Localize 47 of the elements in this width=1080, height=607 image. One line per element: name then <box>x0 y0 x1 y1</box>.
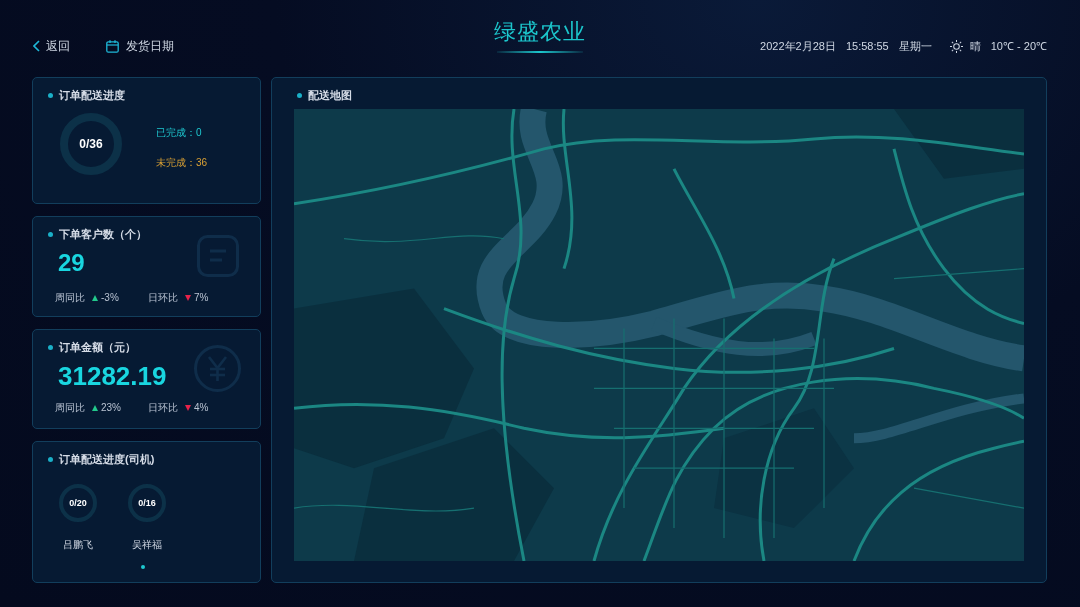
bullet-dot-icon <box>48 344 53 350</box>
metric-value: 31282.19 <box>58 360 167 393</box>
bullet-dot-icon <box>48 231 53 237</box>
bullet-dot-icon <box>48 456 53 462</box>
down-triangle-icon <box>185 295 191 301</box>
card-title: 下单客户数（个） <box>59 227 147 241</box>
card-title: 订单配送进度 <box>59 88 125 102</box>
bullet-dot-icon <box>297 92 302 98</box>
driver-name: 吴祥福 <box>132 538 162 552</box>
up-triangle-icon <box>92 405 98 411</box>
sun-icon <box>949 39 963 53</box>
progress-label: 0/36 <box>79 137 103 151</box>
yen-coin-icon <box>194 345 241 392</box>
progress-stat: 未完成：36 <box>156 156 208 170</box>
comparison-label: 日环比 <box>148 401 178 415</box>
page-dot-icon[interactable] <box>141 565 145 569</box>
card-title: 配送地图 <box>308 88 352 102</box>
metric-value: 29 <box>58 248 85 278</box>
comparison-value: 7% <box>194 291 209 305</box>
back-link[interactable]: 返回 <box>33 38 70 54</box>
bullet-dot-icon <box>48 92 53 98</box>
temperature-range: 10℃ - 20℃ <box>990 39 1047 54</box>
up-triangle-icon <box>92 295 98 301</box>
comparison-value: 23% <box>101 401 121 415</box>
map-drawing[interactable] <box>294 109 1024 561</box>
weekday-text: 星期一 <box>898 39 932 54</box>
comparison-value: 4% <box>194 401 209 415</box>
progress-stat: 已完成：0 <box>156 126 203 140</box>
progress-label: 0/20 <box>69 497 87 509</box>
down-triangle-icon <box>185 405 191 411</box>
comparison-label: 周同比 <box>55 291 85 305</box>
comparison-label: 周同比 <box>55 401 85 415</box>
ship-date-button[interactable]: 发货日期 <box>106 38 174 54</box>
chevron-left-icon <box>33 40 40 52</box>
date-text: 2022年2月28日 <box>760 39 836 54</box>
card-title: 订单金额（元） <box>59 340 136 354</box>
weather-condition: 晴 <box>969 39 981 54</box>
comparison-value: -3% <box>101 291 119 305</box>
comparison-label: 日环比 <box>148 291 178 305</box>
back-label: 返回 <box>46 38 70 54</box>
driver-name: 吕鹏飞 <box>63 538 93 552</box>
progress-label: 0/16 <box>138 497 156 509</box>
time-text: 15:58:55 <box>845 39 889 54</box>
calendar-icon <box>106 39 119 53</box>
ship-date-label: 发货日期 <box>126 38 174 54</box>
card-title: 订单配送进度(司机) <box>59 452 155 466</box>
dashboard-title: 绿盛农业 <box>494 18 586 46</box>
